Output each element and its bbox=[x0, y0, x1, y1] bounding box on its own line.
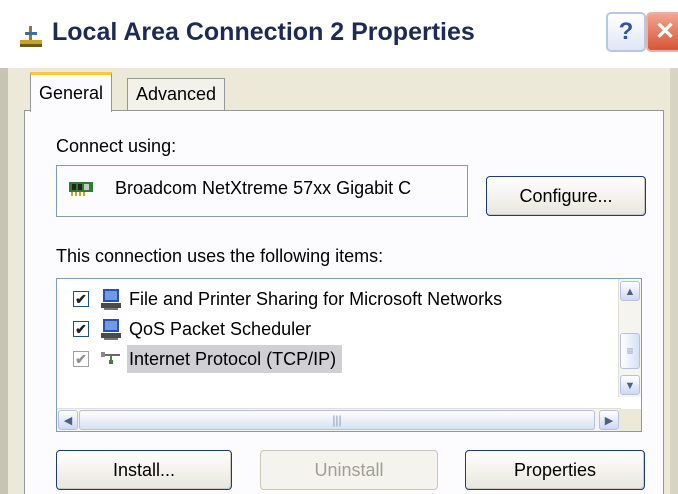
configure-button[interactable]: Configure... bbox=[486, 176, 646, 216]
scroll-up-button[interactable]: ▲ bbox=[620, 281, 640, 301]
vertical-scrollbar[interactable]: ▲ ≡ ▼ bbox=[618, 279, 641, 397]
window-frame-right bbox=[670, 68, 678, 494]
item-label: Internet Protocol (TCP/IP) bbox=[127, 345, 343, 373]
network-connection-icon bbox=[20, 26, 42, 47]
tab-advanced[interactable]: Advanced bbox=[127, 78, 226, 110]
horizontal-scrollbar[interactable]: ◀ ||| ▶ bbox=[57, 408, 621, 431]
title-bar: Local Area Connection 2 Properties ? ✕ bbox=[0, 0, 678, 68]
vertical-scroll-thumb[interactable]: ≡ bbox=[620, 333, 640, 369]
scroll-down-button[interactable]: ▼ bbox=[620, 375, 640, 395]
scrollbar-corner bbox=[619, 409, 641, 431]
item-checkbox[interactable]: ✔ bbox=[73, 351, 89, 367]
item-checkbox[interactable]: ✔ bbox=[73, 291, 89, 307]
file-printer-sharing-icon bbox=[101, 289, 121, 310]
window-frame-left bbox=[0, 68, 8, 494]
items-list-label: This connection uses the following items… bbox=[56, 246, 384, 266]
horizontal-scroll-thumb[interactable]: ||| bbox=[79, 410, 595, 430]
uninstall-button: Uninstall bbox=[260, 450, 438, 490]
adapter-field: Broadcom NetXtreme 57xx Gigabit C bbox=[56, 165, 468, 217]
connection-items-list[interactable]: ✔ File and Printer Sharing for Microsoft… bbox=[56, 278, 642, 432]
help-button[interactable]: ? bbox=[606, 12, 646, 52]
properties-button[interactable]: Properties bbox=[465, 450, 645, 490]
close-button[interactable]: ✕ bbox=[646, 12, 678, 52]
tab-general[interactable]: General bbox=[30, 72, 113, 112]
network-protocol-icon bbox=[101, 352, 120, 364]
window-title: Local Area Connection 2 Properties bbox=[52, 18, 475, 46]
connect-using-label: Connect using: bbox=[56, 136, 177, 156]
scroll-right-button[interactable]: ▶ bbox=[599, 410, 619, 430]
scroll-left-button[interactable]: ◀ bbox=[58, 410, 78, 430]
item-label: QoS Packet Scheduler bbox=[129, 319, 312, 339]
qos-scheduler-icon bbox=[101, 319, 121, 340]
item-label: File and Printer Sharing for Microsoft N… bbox=[129, 289, 503, 309]
adapter-name: Broadcom NetXtreme 57xx Gigabit C bbox=[115, 178, 412, 198]
install-button[interactable]: Install... bbox=[56, 450, 232, 490]
network-adapter-icon bbox=[69, 182, 93, 196]
item-checkbox[interactable]: ✔ bbox=[73, 321, 89, 337]
